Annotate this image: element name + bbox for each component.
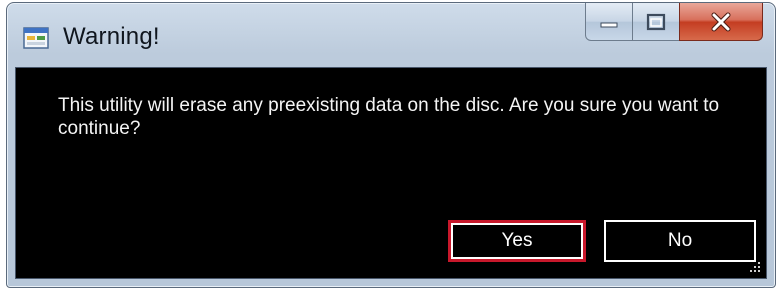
window-title: Warning! [63,23,160,50]
dialog-content: This utility will erase any preexisting … [15,67,767,279]
resize-grip-icon[interactable] [748,260,762,274]
close-icon [711,12,731,31]
yes-button[interactable]: Yes [448,220,586,262]
warning-message: This utility will erase any preexisting … [58,95,720,139]
minimize-icon [600,22,618,27]
maximize-icon [646,13,666,30]
title-bar[interactable]: Warning! [7,3,775,67]
caption-buttons [585,3,763,41]
close-button[interactable] [679,3,763,41]
dialog-window: Warning! This utility will erase any pre… [6,2,776,288]
no-button[interactable]: No [604,220,756,262]
maximize-button[interactable] [632,3,680,41]
minimize-button[interactable] [585,3,633,41]
app-form-icon [23,27,49,49]
